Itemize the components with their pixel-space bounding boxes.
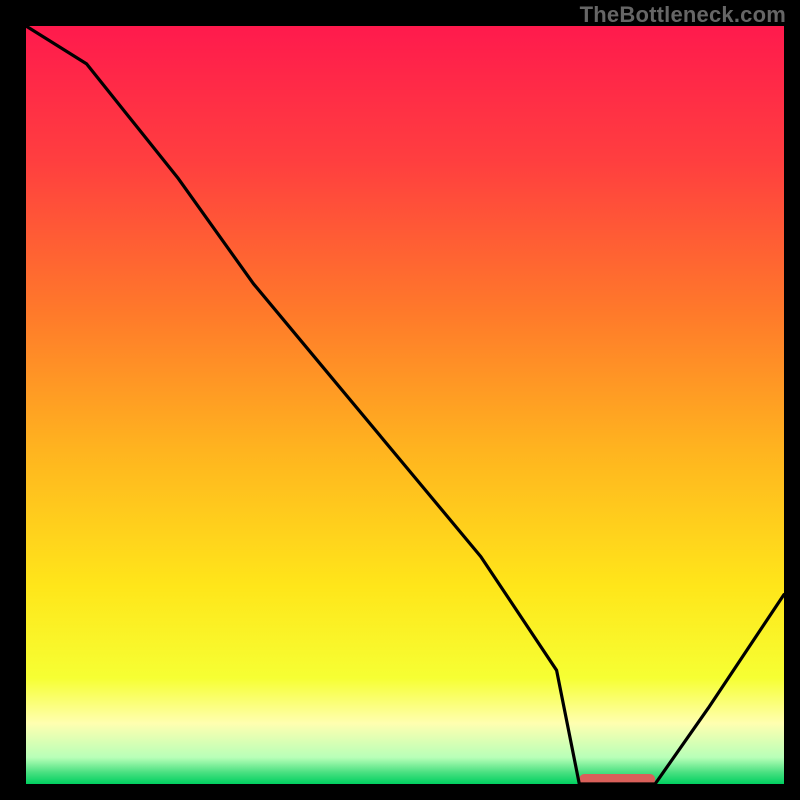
chart-container: TheBottleneck.com bbox=[0, 0, 800, 800]
watermark-text: TheBottleneck.com bbox=[580, 2, 786, 28]
plot-area bbox=[26, 26, 784, 784]
chart-svg bbox=[26, 26, 784, 784]
gradient-background bbox=[26, 26, 784, 784]
